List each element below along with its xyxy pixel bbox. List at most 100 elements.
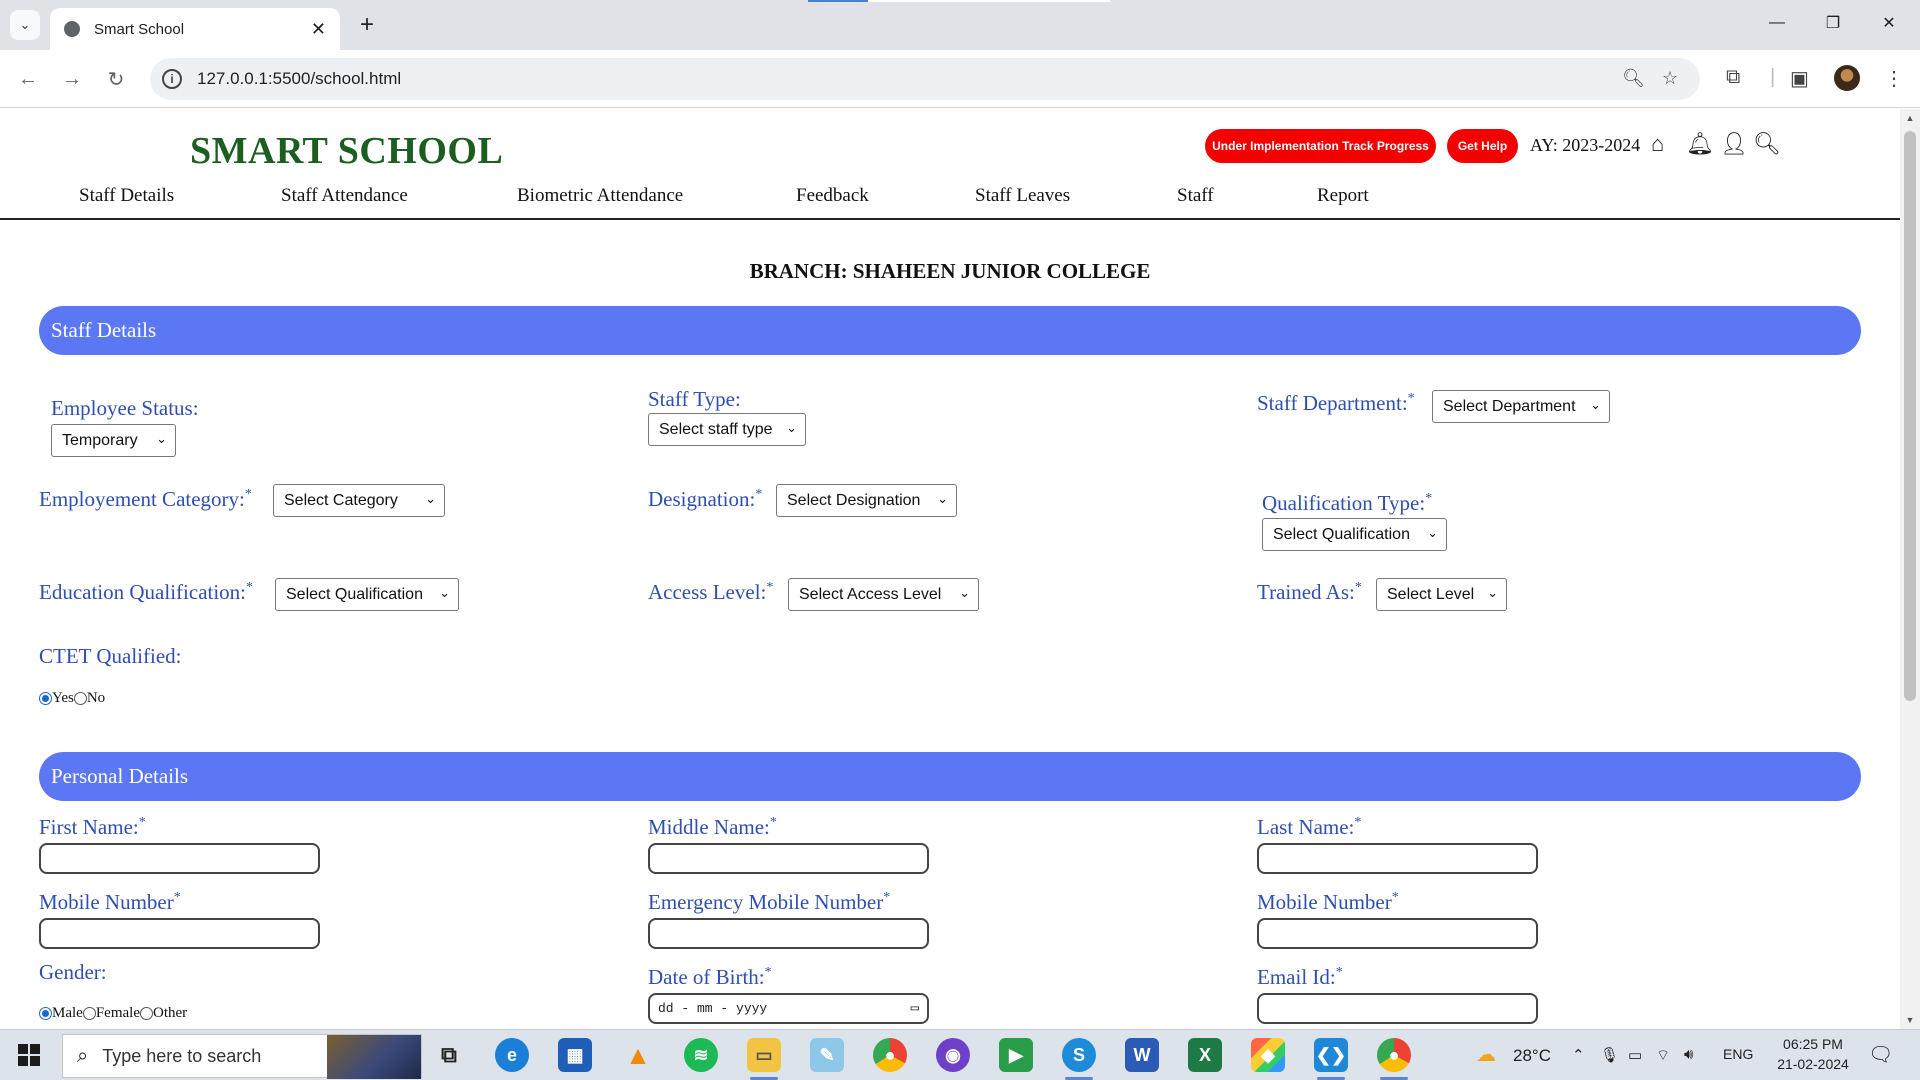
close-tab-icon[interactable]: ✕ <box>311 19 326 40</box>
windows-start-icon[interactable] <box>18 1044 40 1066</box>
tray-expand-icon[interactable]: ⌃ <box>1572 1046 1585 1064</box>
notifications-icon[interactable]: 🗨︎ <box>1868 1042 1893 1067</box>
chevron-down-icon: ⌄ <box>786 420 797 435</box>
bookmark-star-icon[interactable]: ☆ <box>1662 68 1678 89</box>
dob-date-input[interactable]: dd - mm - yyyy ▭ <box>648 993 929 1024</box>
wifi-icon[interactable]: ⌔ <box>1656 1046 1670 1065</box>
nav-feedback[interactable]: Feedback <box>796 185 869 207</box>
academic-year: AY: 2023-2024 <box>1530 135 1641 155</box>
skype-icon[interactable]: S <box>1062 1038 1096 1072</box>
notification-bell-icon[interactable]: 🔔︎ <box>1686 131 1714 157</box>
email-input[interactable] <box>1257 993 1538 1024</box>
excel-icon[interactable]: X <box>1188 1038 1222 1072</box>
paint-icon[interactable]: ◆ <box>1251 1038 1285 1072</box>
trained-as-select[interactable]: Select Level ⌄ <box>1376 578 1507 611</box>
url-text: 127.0.0.1:5500/school.html <box>197 69 402 88</box>
ctet-no-label: No <box>86 690 106 706</box>
scroll-up-arrow-icon[interactable]: ▲ <box>1900 109 1920 127</box>
track-progress-button[interactable]: Under Implementation Track Progress <box>1205 129 1436 163</box>
reload-icon[interactable]: ↻ <box>100 63 132 95</box>
window-close-icon[interactable]: ✕ <box>1866 8 1912 38</box>
mobile-number-input[interactable] <box>39 918 320 949</box>
microphone-icon[interactable]: 🎙︎ <box>1600 1046 1619 1064</box>
employment-category-label-text: Employement Category: <box>39 487 245 511</box>
gender-male-radio[interactable] <box>39 1007 52 1020</box>
dob-placeholder: dd - mm - yyyy <box>658 1001 768 1016</box>
staff-type-value: Select staff type <box>659 420 773 438</box>
search-icon[interactable]: 🔍︎ <box>1753 131 1781 157</box>
google-meet-icon[interactable]: ▶ <box>999 1038 1033 1072</box>
staff-type-select[interactable]: Select staff type ⌄ <box>648 413 806 446</box>
vlc-icon[interactable]: ▲ <box>621 1038 655 1072</box>
middle-name-input[interactable] <box>648 843 929 874</box>
word-icon[interactable]: W <box>1125 1038 1159 1072</box>
nav-staff-attendance[interactable]: Staff Attendance <box>281 185 408 207</box>
user-profile-icon[interactable]: 👤︎ <box>1720 131 1748 157</box>
minimize-icon[interactable]: — <box>1754 8 1800 38</box>
designation-select[interactable]: Select Designation ⌄ <box>776 484 957 517</box>
edge-browser-icon[interactable]: e <box>495 1038 529 1072</box>
notepad-icon[interactable]: ✎ <box>810 1038 844 1072</box>
taskbar-search-box[interactable]: ⌕ Type here to search <box>62 1034 422 1079</box>
required-mark: * <box>173 890 181 905</box>
zoom-icon[interactable]: 🔍︎ <box>1622 68 1645 89</box>
nav-biometric-attendance[interactable]: Biometric Attendance <box>517 185 683 207</box>
weather-temperature[interactable]: 28°C <box>1513 1046 1551 1066</box>
get-help-button[interactable]: Get Help <box>1447 129 1518 163</box>
ctet-yes-radio[interactable] <box>39 692 52 705</box>
tab-search-chevron-icon[interactable]: ⌄ <box>10 10 40 40</box>
first-name-input[interactable] <box>39 843 320 874</box>
site-info-icon[interactable]: i <box>162 69 182 89</box>
ctet-no-radio[interactable] <box>73 692 87 705</box>
back-arrow-icon[interactable]: ← <box>12 63 44 95</box>
file-explorer-icon[interactable]: ▭ <box>747 1038 781 1072</box>
gender-radio-group: Male Female Other <box>39 1005 187 1022</box>
emergency-mobile-input[interactable] <box>648 918 929 949</box>
mobile-number-label-text: Mobile Number <box>39 890 174 914</box>
qualification-type-select[interactable]: Select Qualification ⌄ <box>1262 518 1447 551</box>
gender-female-radio[interactable] <box>82 1007 96 1020</box>
restore-icon[interactable]: ❐ <box>1810 8 1856 38</box>
extensions-icon[interactable]: ⧉ <box>1726 66 1740 89</box>
nav-staff-leaves[interactable]: Staff Leaves <box>975 185 1070 207</box>
language-indicator[interactable]: ENG <box>1723 1046 1753 1062</box>
address-bar[interactable]: i 127.0.0.1:5500/school.html 🔍︎ ☆ <box>150 58 1700 100</box>
forward-arrow-icon[interactable]: → <box>56 63 88 95</box>
task-view-icon[interactable]: ⧉ <box>432 1038 466 1072</box>
nav-report[interactable]: Report <box>1317 185 1369 207</box>
scroll-thumb[interactable] <box>1904 131 1916 701</box>
browser-menu-icon[interactable]: ⋮ <box>1884 66 1904 91</box>
required-mark: * <box>1425 491 1433 506</box>
staff-details-section-header: Staff Details <box>39 306 1861 355</box>
required-mark: * <box>1391 890 1399 905</box>
vscode-icon[interactable]: ❮❯ <box>1314 1038 1348 1072</box>
display-icon[interactable]: ▭ <box>1628 1046 1642 1064</box>
employee-status-select[interactable]: Temporary ⌄ <box>51 424 176 457</box>
taskbar-clock[interactable]: 06:25 PM 21-02-2024 <box>1768 1034 1858 1074</box>
microsoft-store-icon[interactable]: ▦ <box>558 1038 592 1072</box>
gender-other-radio[interactable] <box>139 1007 153 1020</box>
staff-department-select[interactable]: Select Department ⌄ <box>1432 390 1610 423</box>
nav-staff[interactable]: Staff <box>1177 185 1214 207</box>
side-panel-icon[interactable]: ▣ <box>1790 66 1809 91</box>
last-name-input[interactable] <box>1257 843 1538 874</box>
github-desktop-icon[interactable]: ◉ <box>936 1038 970 1072</box>
volume-icon[interactable]: 🔊︎ <box>1684 1046 1693 1063</box>
access-level-select[interactable]: Select Access Level ⌄ <box>788 578 979 611</box>
chrome-icon[interactable]: ● <box>873 1038 907 1072</box>
scroll-down-arrow-icon[interactable]: ▼ <box>1900 1011 1920 1029</box>
education-qualification-select[interactable]: Select Qualification ⌄ <box>275 578 459 611</box>
home-icon[interactable]: ⌂ <box>1651 131 1664 157</box>
chrome-active-icon[interactable]: ● <box>1377 1038 1411 1072</box>
profile-avatar[interactable] <box>1834 65 1860 91</box>
spotify-icon[interactable]: ≋ <box>684 1038 718 1072</box>
page-scrollbar[interactable]: ▲ ▼ <box>1900 109 1920 1029</box>
mobile-number-2-input[interactable] <box>1257 918 1538 949</box>
new-tab-plus-icon[interactable]: + <box>352 10 382 40</box>
browser-tab[interactable]: Smart School ✕ <box>50 8 340 50</box>
nav-staff-details[interactable]: Staff Details <box>79 185 174 207</box>
weather-icon[interactable]: ☁ <box>1476 1042 1496 1067</box>
calendar-icon[interactable]: ▭ <box>911 1000 919 1017</box>
employment-category-select[interactable]: Select Category ⌄ <box>273 484 445 517</box>
staff-department-label: Staff Department:* <box>1257 391 1415 416</box>
